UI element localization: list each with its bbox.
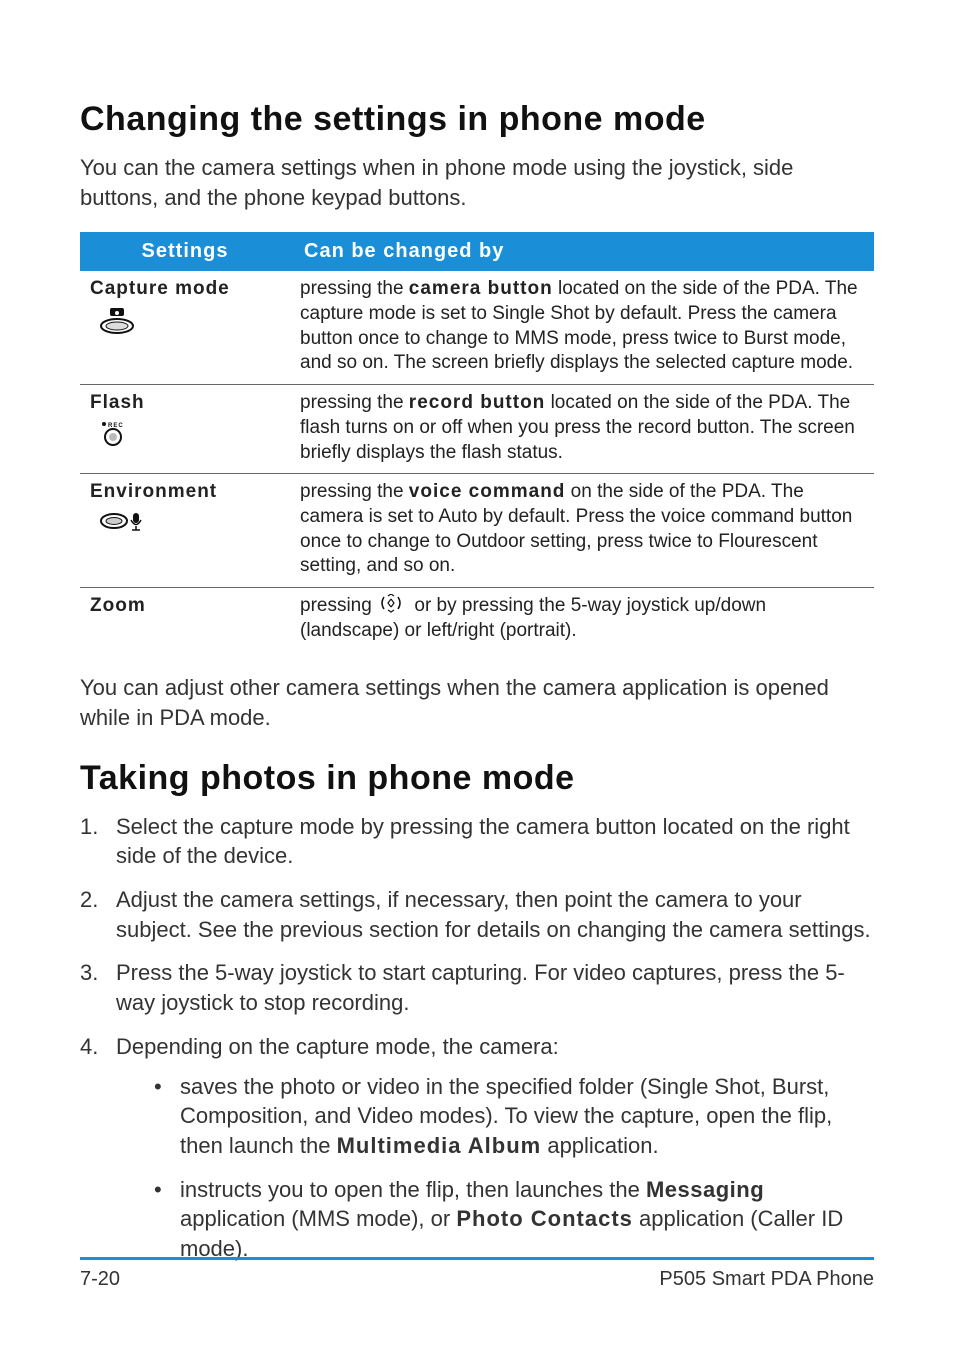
list-item: Press the 5-way joystick to start captur… <box>80 958 874 1017</box>
setting-desc-zoom: pressing or by pressing the 5-way joysti… <box>290 587 874 651</box>
bullet-item: instructs you to open the flip, then lau… <box>154 1175 874 1264</box>
steps-list: Select the capture mode by pressing the … <box>80 812 874 1264</box>
page-footer: 7-20 P505 Smart PDA Phone <box>80 1257 874 1291</box>
list-item: Adjust the camera settings, if necessary… <box>80 885 874 944</box>
voice-command-icon <box>90 505 280 533</box>
intro-paragraph-1: You can the camera settings when in phon… <box>80 153 874 212</box>
table-row: Environment pressing the voice com <box>80 474 874 588</box>
setting-label-environment: Environment <box>90 481 217 502</box>
camera-icon <box>90 302 280 336</box>
table-header-settings: Settings <box>80 232 290 271</box>
footer-device-name: P505 Smart PDA Phone <box>659 1268 874 1291</box>
footer-page-number: 7-20 <box>80 1268 120 1291</box>
record-icon: REC <box>90 416 280 446</box>
table-row: Zoom pressing or by pressing the 5-way j… <box>80 587 874 651</box>
setting-desc-flash: pressing the record button located on th… <box>290 385 874 474</box>
setting-label-capture-mode: Capture mode <box>90 278 230 299</box>
settings-table: Settings Can be changed by Capture mode <box>80 232 874 651</box>
list-item: Select the capture mode by pressing the … <box>80 812 874 871</box>
bullet-item: saves the photo or video in the specifie… <box>154 1072 874 1161</box>
setting-desc-environment: pressing the voice command on the side o… <box>290 474 874 588</box>
intro-paragraph-2: You can adjust other camera settings whe… <box>80 673 874 732</box>
heading-changing-settings: Changing the settings in phone mode <box>80 100 874 139</box>
table-row: Capture mode pressing the camera button … <box>80 271 874 384</box>
table-row: Flash REC pressing the record button loc… <box>80 385 874 474</box>
heading-taking-photos: Taking photos in phone mode <box>80 759 874 798</box>
setting-desc-capture-mode: pressing the camera button located on th… <box>290 271 874 384</box>
setting-label-flash: Flash <box>90 392 145 413</box>
setting-label-zoom: Zoom <box>90 595 146 616</box>
list-item: Depending on the capture mode, the camer… <box>80 1032 874 1264</box>
svg-text:REC: REC <box>108 423 124 429</box>
zoom-button-icon <box>379 594 407 618</box>
table-header-changed-by: Can be changed by <box>290 232 874 271</box>
